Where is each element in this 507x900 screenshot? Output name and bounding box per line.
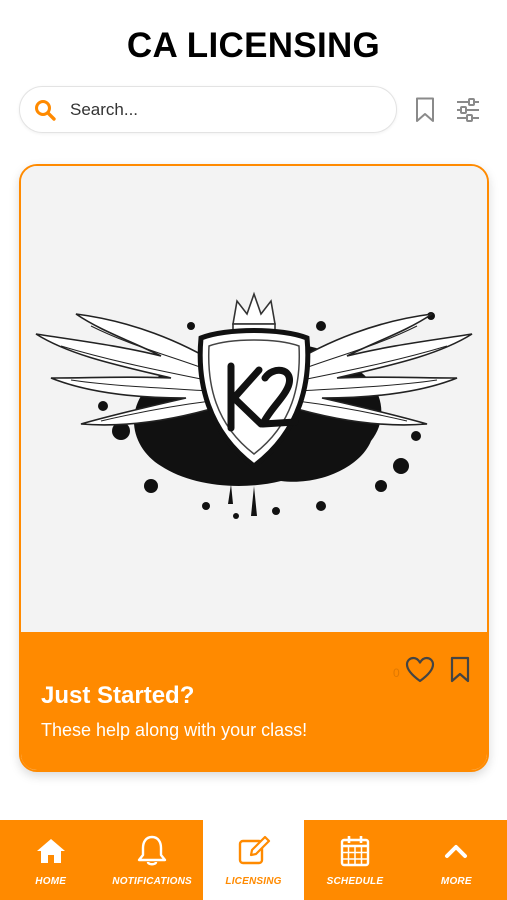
heart-icon[interactable] [405, 656, 435, 684]
nav-label-schedule: SCHEDULE [326, 876, 384, 887]
card-footer: 0 Just Started? These help along with yo… [21, 632, 487, 770]
bookmark-icon[interactable] [449, 656, 471, 684]
card-title: Just Started? [41, 682, 195, 709]
content-card[interactable]: 0 Just Started? These help along with yo… [19, 164, 489, 772]
k2-logo [35, 291, 473, 519]
search-icon [32, 97, 58, 123]
bell-icon [135, 834, 169, 868]
nav-item-home[interactable]: HOME [0, 820, 101, 900]
edit-icon [237, 834, 271, 868]
nav-item-schedule[interactable]: SCHEDULE [304, 820, 405, 900]
bookmark-icon[interactable] [411, 96, 439, 124]
bottom-nav: HOME NOTIFICATIONS LICENSING SCHEDULE MO… [0, 820, 507, 900]
search-input[interactable] [70, 99, 360, 120]
nav-label-licensing: LICENSING [225, 876, 282, 887]
page-title: CA LICENSING [126, 26, 381, 65]
nav-label-home: HOME [35, 876, 67, 887]
likes-count: 0 [393, 666, 400, 680]
card-image [21, 166, 487, 632]
chevron-up-icon [439, 834, 473, 868]
home-icon [34, 834, 68, 868]
card-subtitle: These help along with your class! [41, 720, 308, 740]
calendar-icon [338, 834, 372, 868]
search-bar[interactable] [19, 86, 397, 133]
nav-label-more: MORE [440, 876, 472, 887]
nav-item-notifications[interactable]: NOTIFICATIONS [101, 820, 202, 900]
nav-label-notifications: NOTIFICATIONS [112, 876, 192, 887]
nav-item-licensing[interactable]: LICENSING [202, 820, 305, 900]
nav-item-more[interactable]: MORE [406, 820, 507, 900]
filter-icon[interactable] [454, 96, 482, 124]
